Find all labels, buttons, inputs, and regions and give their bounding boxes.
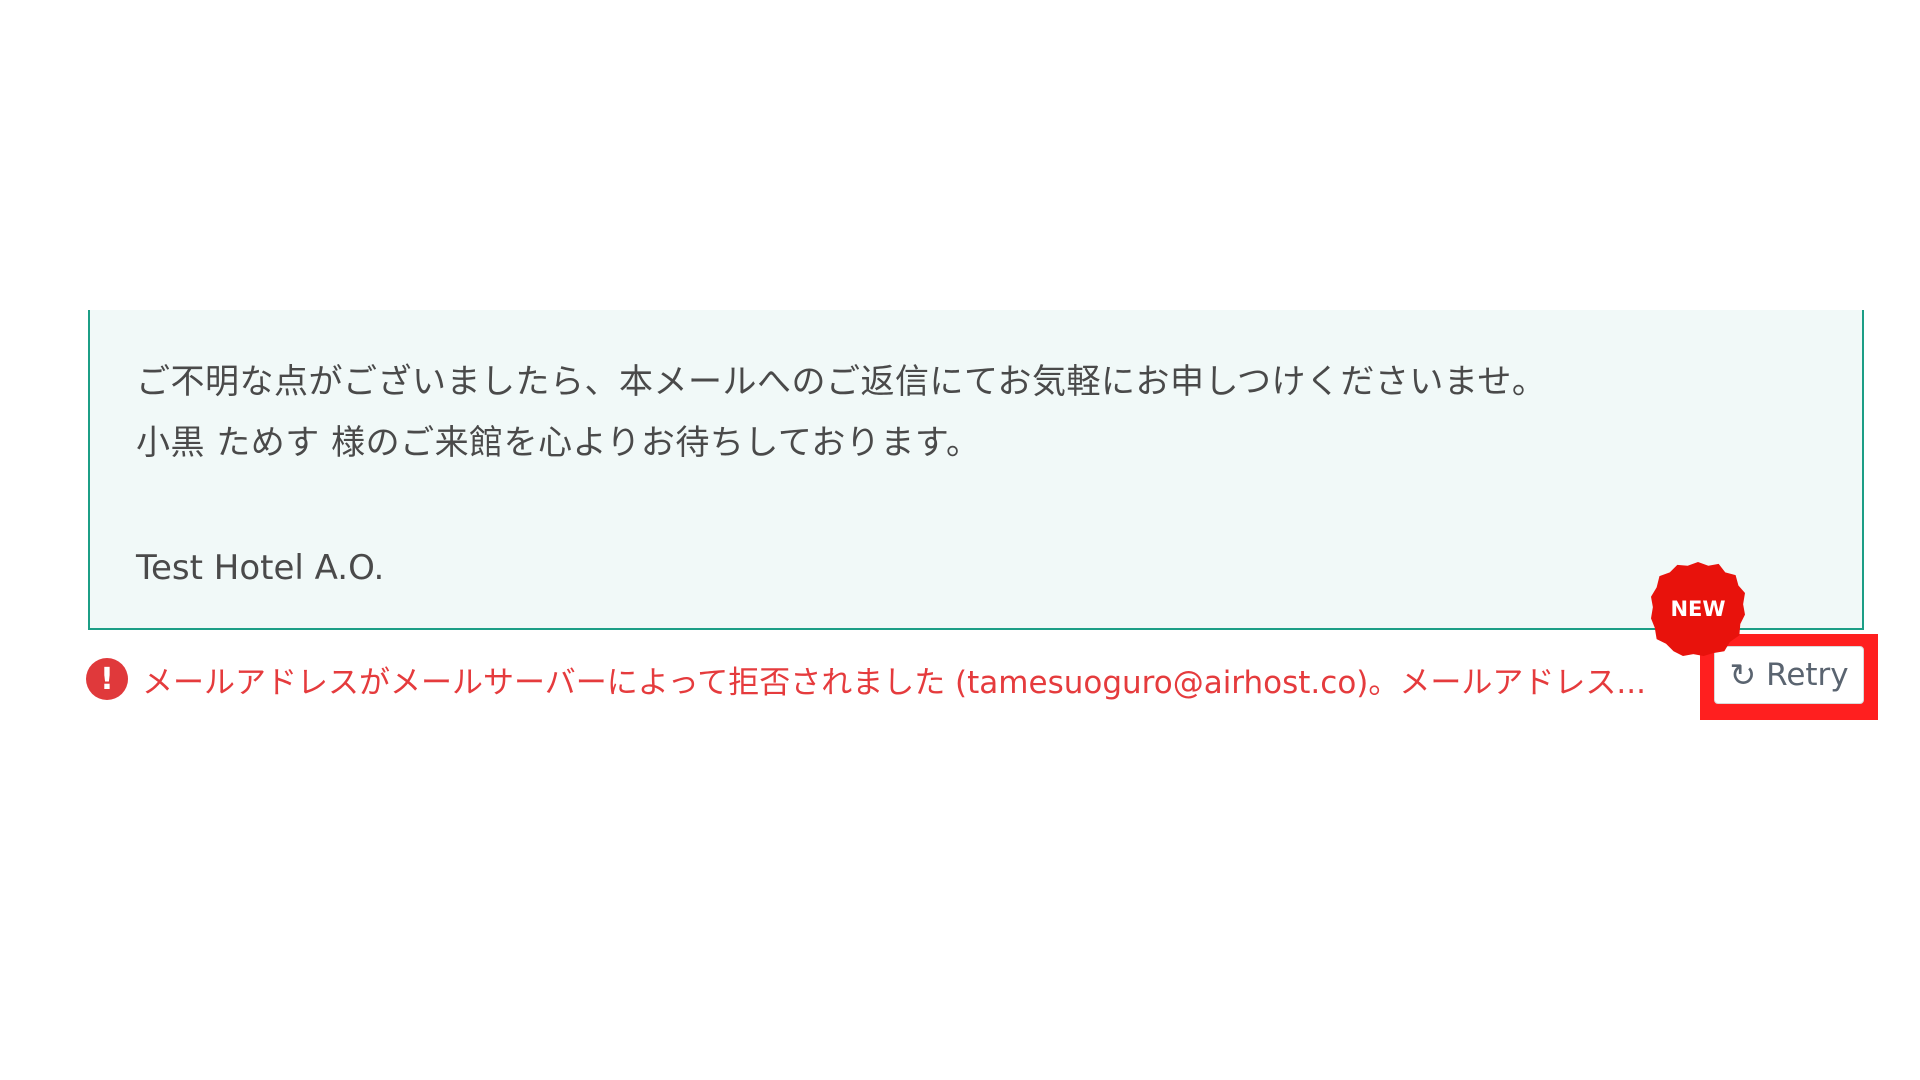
- refresh-icon: ↻: [1729, 656, 1757, 694]
- message-line-1: ご不明な点がございましたら、本メールへのご返信にてお気軽にお申しつけくださいませ…: [136, 362, 1547, 402]
- retry-label: Retry: [1766, 657, 1849, 693]
- email-message-preview: ご不明な点がございましたら、本メールへのご返信にてお気軽にお申しつけくださいませ…: [88, 310, 1864, 630]
- retry-button[interactable]: ↻ Retry: [1714, 646, 1864, 704]
- screen: ご不明な点がございましたら、本メールへのご返信にてお気軽にお申しつけくださいませ…: [0, 0, 1920, 1080]
- delivery-error-row: ! メールアドレスがメールサーバーによって拒否されました (tamesuogur…: [86, 655, 1706, 703]
- hotel-signature: Test Hotel A.O.: [136, 548, 385, 588]
- message-line-2: 小黒 ためす 様のご来館を心よりお待ちしております。: [136, 423, 981, 463]
- exclamation-circle-icon: !: [86, 658, 128, 700]
- delivery-error-message: メールアドレスがメールサーバーによって拒否されました (tamesuoguro@…: [142, 664, 1646, 701]
